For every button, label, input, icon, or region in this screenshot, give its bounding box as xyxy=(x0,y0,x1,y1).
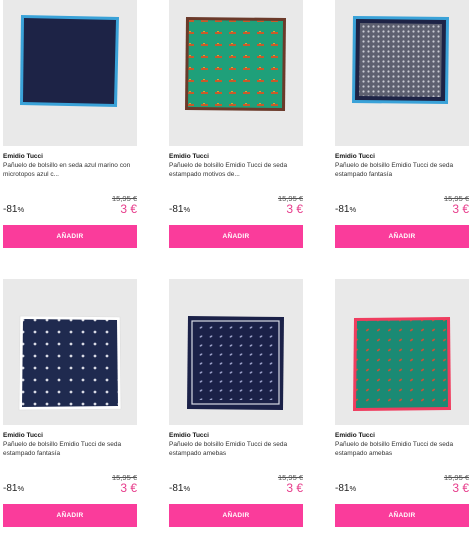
product-image[interactable] xyxy=(169,279,303,425)
product-image[interactable] xyxy=(335,279,469,425)
product-brand: Emidio Tucci xyxy=(169,153,209,160)
sale-price: 3 € xyxy=(120,481,137,495)
product-image[interactable] xyxy=(3,279,137,425)
product-brand: Emidio Tucci xyxy=(169,432,209,439)
discount-label: -81% xyxy=(3,204,24,215)
product-description[interactable]: Pañuelo de bolsillo Emidio Tucci de seda… xyxy=(169,440,303,458)
sale-price: 3 € xyxy=(452,481,469,495)
discount-label: -81% xyxy=(335,483,356,494)
product-description[interactable]: Pañuelo de bolsillo Emidio Tucci de seda… xyxy=(335,440,469,458)
sale-price: 3 € xyxy=(120,202,137,216)
sale-price: 3 € xyxy=(286,202,303,216)
discount-value: -81 xyxy=(3,204,18,215)
pocket-square-image xyxy=(351,14,451,106)
discount-label: -81% xyxy=(169,483,190,494)
discount-value: -81 xyxy=(335,204,350,215)
product-image[interactable] xyxy=(169,0,303,146)
product-brand: Emidio Tucci xyxy=(335,432,375,439)
discount-label: -81% xyxy=(3,483,24,494)
add-to-cart-button[interactable]: AÑADIR xyxy=(335,225,469,248)
sale-price: 3 € xyxy=(286,481,303,495)
product-description[interactable]: Pañuelo de bolsillo Emidio Tucci de seda… xyxy=(169,161,303,179)
discount-unit: % xyxy=(349,205,357,214)
sale-price: 3 € xyxy=(452,202,469,216)
add-to-cart-button[interactable]: AÑADIR xyxy=(335,504,469,527)
product-image[interactable] xyxy=(3,0,137,146)
product-description[interactable]: Pañuelo de bolsillo en seda azul marino … xyxy=(3,161,137,179)
discount-unit: % xyxy=(183,484,191,493)
discount-unit: % xyxy=(17,205,25,214)
discount-unit: % xyxy=(17,484,25,493)
pocket-square-image xyxy=(351,315,453,413)
discount-unit: % xyxy=(349,484,357,493)
pocket-square-image xyxy=(19,13,121,109)
add-to-cart-button[interactable]: AÑADIR xyxy=(169,504,303,527)
product-brand: Emidio Tucci xyxy=(3,153,43,160)
discount-label: -81% xyxy=(169,204,190,215)
pocket-square-image xyxy=(184,15,288,113)
product-description[interactable]: Pañuelo de bolsillo Emidio Tucci de seda… xyxy=(3,440,137,458)
discount-value: -81 xyxy=(3,483,18,494)
product-description[interactable]: Pañuelo de bolsillo Emidio Tucci de seda… xyxy=(335,161,469,179)
add-to-cart-button[interactable]: AÑADIR xyxy=(3,504,137,527)
add-to-cart-button[interactable]: AÑADIR xyxy=(3,225,137,248)
discount-label: -81% xyxy=(335,204,356,215)
discount-unit: % xyxy=(183,205,191,214)
product-brand: Emidio Tucci xyxy=(335,153,375,160)
product-image[interactable] xyxy=(335,0,469,146)
add-to-cart-button[interactable]: AÑADIR xyxy=(169,225,303,248)
discount-value: -81 xyxy=(335,483,350,494)
pocket-square-image xyxy=(186,314,286,412)
pocket-square-image xyxy=(17,314,123,412)
discount-value: -81 xyxy=(169,204,184,215)
product-brand: Emidio Tucci xyxy=(3,432,43,439)
discount-value: -81 xyxy=(169,483,184,494)
